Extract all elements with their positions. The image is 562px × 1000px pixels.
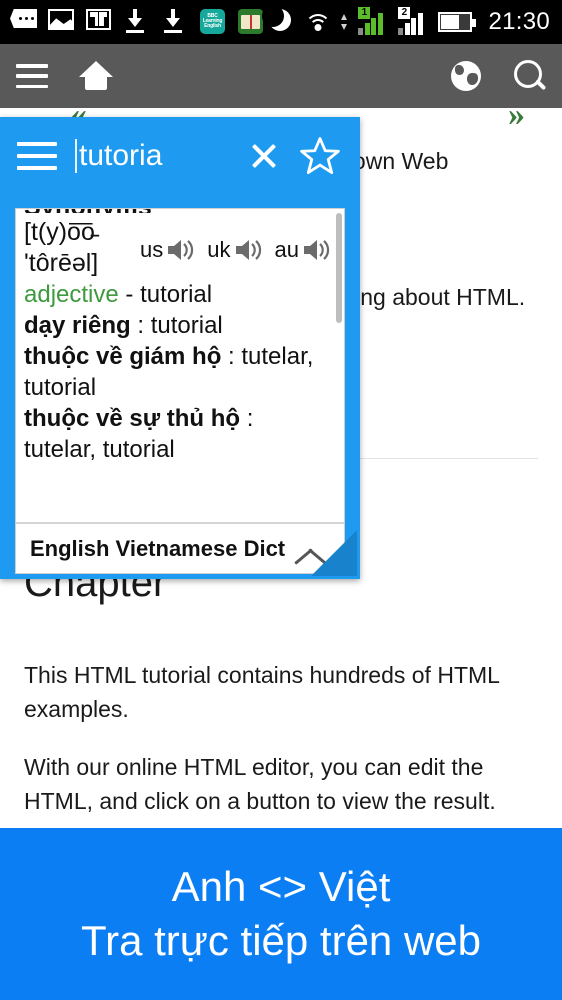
dictionary-entry: thuộc về giám hộ : tutelar, tutorial: [24, 341, 332, 403]
speaker-uk-icon[interactable]: [234, 238, 264, 262]
dictionary-entry: dạy riêng : tutorial: [24, 310, 332, 341]
entry-pos: adjective: [24, 281, 119, 308]
entry-gloss: tutorial: [140, 281, 213, 308]
entry-term: thuộc về giám hộ: [24, 343, 222, 370]
dictionary-search-input[interactable]: tutoria: [75, 138, 241, 174]
text-caret: [75, 139, 77, 173]
pronunciation-buttons: us uk au: [132, 237, 332, 263]
browser-home-button[interactable]: [64, 44, 128, 108]
favorite-star-icon[interactable]: [297, 133, 343, 179]
browser-toolbar: [0, 44, 562, 108]
browser-menu-button[interactable]: [0, 44, 64, 108]
screen: BBC Learning English 1 2 21:30 » own Web…: [0, 0, 562, 1000]
entry-term: thuộc về sự thủ hộ: [24, 405, 241, 432]
sim1-signal-icon: 1: [358, 7, 388, 35]
dictionary-entry: thuộc về sự thủ hộ : tutelar, tutorial: [24, 403, 332, 465]
data-transfer-arrows-icon: [341, 12, 348, 32]
download-icon-2: [162, 9, 188, 35]
dictionary-results-scroll[interactable]: Synonyms [t(y)o͞o̵ 'tôrēəl] us uk: [16, 209, 344, 527]
download-icon-1: [124, 9, 150, 35]
ad-banner-line-1: Anh <> Việt: [171, 863, 391, 910]
dictionary-menu-button[interactable]: [17, 142, 57, 170]
webpage-paragraph-4: This HTML tutorial contains hundreds of …: [24, 662, 500, 722]
dictionary-popup-header: tutoria: [3, 120, 357, 192]
quote-decoration-right: »: [508, 108, 525, 133]
dictionary-popup[interactable]: tutoria Synonyms [t(y)o͞o̵ 'tôrēəl] us: [0, 117, 360, 579]
entry-sep: :: [221, 343, 242, 370]
home-icon: [79, 61, 113, 91]
battery-icon: [438, 12, 477, 32]
globe-icon: [451, 61, 481, 91]
dictionary-phonetic: [t(y)o͞o̵ 'tôrēəl]: [24, 218, 99, 277]
dictionary-search-value: tutoria: [79, 139, 163, 172]
speaker-us-icon[interactable]: [166, 238, 196, 262]
pronunciation-label-au: au: [274, 237, 299, 262]
ad-banner-line-2: Tra trực tiếp trên web: [80, 917, 482, 964]
gmail-icon: [86, 9, 112, 35]
wifi-icon: [305, 12, 332, 32]
browser-translate-button[interactable]: [434, 44, 498, 108]
close-icon[interactable]: [241, 133, 287, 179]
dictionary-app-icon: [238, 9, 264, 35]
dictionary-source-label: English Vietnamese Dict: [30, 536, 286, 561]
status-notification-icons: BBC Learning English: [10, 9, 269, 35]
pronunciation-label-uk: uk: [207, 237, 231, 262]
android-status-bar: BBC Learning English 1 2 21:30: [0, 0, 562, 44]
popup-resize-handle[interactable]: [311, 530, 357, 576]
sim1-badge: 1: [358, 7, 371, 19]
entry-sep: -: [118, 281, 141, 308]
sim2-badge: 2: [398, 7, 411, 19]
speaker-au-icon[interactable]: [302, 238, 332, 262]
ad-banner[interactable]: Anh <> Việt Tra trực tiếp trên web: [0, 828, 562, 1000]
dictionary-results-panel[interactable]: Synonyms [t(y)o͞o̵ 'tôrēəl] us uk: [15, 208, 345, 528]
entry-gloss: tutorial: [150, 312, 223, 339]
dictionary-source-selector[interactable]: English Vietnamese Dict: [15, 522, 345, 574]
entry-sep: :: [130, 312, 151, 339]
browser-search-button[interactable]: [498, 44, 562, 108]
search-icon: [514, 60, 546, 92]
dictionary-entry: adjective - tutorial: [24, 279, 332, 310]
dictionary-scrollbar[interactable]: [336, 213, 342, 323]
do-not-disturb-moon-icon: [262, 5, 295, 35]
photos-icon: [48, 9, 74, 35]
status-bar-clock: 21:30: [488, 8, 550, 35]
hamburger-icon: [16, 64, 48, 88]
dictionary-clipped-heading: Synonyms: [24, 209, 332, 213]
sim2-signal-icon: 2: [398, 7, 428, 35]
bbc-icon-line-3: English: [204, 23, 221, 29]
messages-icon: [10, 9, 37, 35]
entry-sep: :: [240, 405, 254, 432]
webpage-paragraph-5: With our online HTML editor, you can edi…: [24, 754, 496, 814]
entry-term: dạy riêng: [24, 312, 131, 339]
status-system-icons: 1 2 21:30: [262, 5, 550, 36]
bbc-learning-english-icon: BBC Learning English: [200, 9, 226, 35]
dictionary-pronunciation-row: [t(y)o͞o̵ 'tôrēəl] us uk au: [24, 217, 332, 279]
entry-gloss: tutelar, tutorial: [24, 436, 175, 463]
pronunciation-label-us: us: [140, 237, 164, 262]
